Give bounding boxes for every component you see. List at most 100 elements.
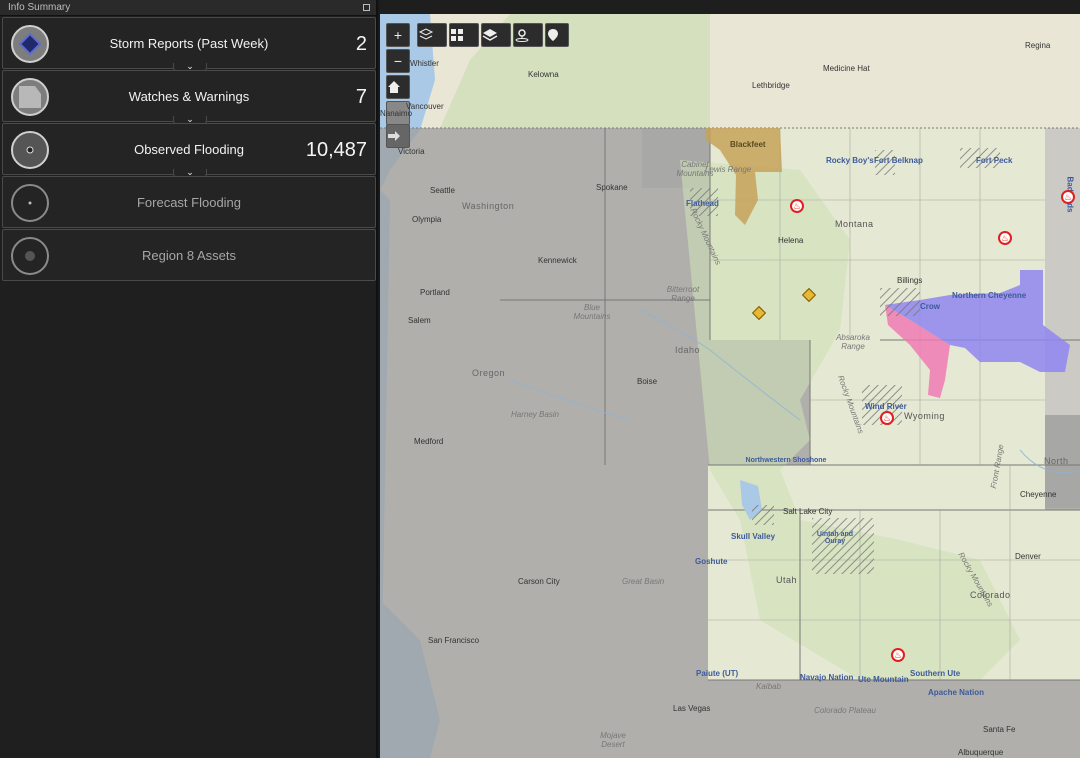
panel-title: Info Summary — [8, 2, 71, 13]
map-top-bar — [380, 0, 1080, 14]
state-label: Oregon — [472, 368, 506, 378]
place-label: Salt Lake City — [783, 507, 833, 516]
tribal-label: Southern Ute — [910, 669, 961, 678]
storm-report-fire-icon[interactable]: ♨ — [880, 411, 894, 425]
watches-warnings-icon — [11, 78, 49, 116]
locate-button[interactable] — [513, 23, 543, 47]
place-label: Kennewick — [538, 256, 577, 265]
tribal-label: Blackfeet — [730, 140, 766, 149]
home-button[interactable] — [386, 75, 410, 99]
forecast-flooding-row[interactable]: Forecast Flooding — [2, 176, 376, 228]
tribal-label: Navajo Nation — [800, 673, 854, 682]
state-label: Utah — [776, 575, 798, 585]
layers-icon — [482, 29, 498, 41]
place-label: Victoria — [398, 147, 425, 156]
place-label: Helena — [778, 236, 804, 245]
place-label: Regina — [1025, 41, 1051, 50]
tribal-label: Wind River — [865, 402, 907, 411]
tribal-label: Fort Peck — [976, 156, 1013, 165]
place-label: Las Vegas — [673, 704, 711, 713]
range-label: Great Basin — [622, 577, 665, 586]
legend-icon — [418, 28, 434, 40]
region-8-assets-label: Region 8 Assets — [142, 248, 236, 263]
tribal-label: Paiute (UT) — [696, 669, 739, 678]
state-label: Washington — [462, 201, 515, 211]
state-label: Idaho — [675, 345, 701, 355]
tribal-label: Flathead — [686, 199, 719, 208]
next-extent-icon — [388, 131, 400, 141]
region-8-assets-row[interactable]: Region 8 Assets — [2, 229, 376, 281]
place-label: Denver — [1015, 552, 1041, 561]
home-icon — [388, 81, 400, 93]
place-label: Kelowna — [528, 70, 559, 79]
observed-flooding-count: 10,487 — [305, 139, 367, 161]
place-label: Santa Fe — [983, 725, 1016, 734]
place-label: Cheyenne — [1020, 490, 1057, 499]
place-label: Carson City — [518, 577, 560, 586]
state-label: Montana — [835, 219, 874, 229]
pin-icon — [548, 29, 558, 41]
place-label: Olympia — [412, 215, 442, 224]
place-label: Seattle — [430, 186, 455, 195]
tribal-label: Skull Valley — [731, 532, 776, 541]
state-label: Wyoming — [904, 411, 945, 421]
place-label: Salem — [408, 316, 431, 325]
pin-button[interactable] — [545, 23, 569, 47]
map-view[interactable]: + − Regina Medicine Hat Lethbridge Kelow… — [380, 0, 1080, 758]
basemap — [380, 14, 1080, 758]
tribal-label: Crow — [920, 302, 940, 311]
place-label: Boise — [637, 377, 658, 386]
place-label: Lethbridge — [752, 81, 790, 90]
tribal-label: Northern Cheyenne — [952, 291, 1027, 300]
legend-button[interactable] — [417, 23, 447, 47]
range-label: Kaibab — [756, 682, 781, 691]
range-label: Absaroka Range — [836, 333, 870, 351]
storm-report-fire-icon[interactable]: ♨ — [1061, 190, 1075, 204]
place-label: Billings — [897, 276, 923, 285]
state-label: North — [1044, 456, 1069, 466]
tribal-label: Fort Belknap — [874, 156, 923, 165]
forecast-flooding-label: Forecast Flooding — [136, 195, 242, 210]
range-label: Lewis Range — [705, 165, 752, 174]
maximize-icon[interactable] — [363, 4, 370, 11]
panel-header: Info Summary — [0, 0, 376, 16]
zoom-in-button[interactable]: + — [386, 23, 410, 47]
basemap-gallery-button[interactable] — [449, 23, 479, 47]
storm-report-fire-icon[interactable]: ♨ — [891, 648, 905, 662]
place-label: Spokane — [596, 183, 628, 192]
storm-report-fire-icon[interactable]: ♨ — [998, 231, 1012, 245]
locate-icon — [515, 29, 529, 42]
place-label: Portland — [420, 288, 450, 297]
range-label: Colorado Plateau — [814, 706, 876, 715]
watches-warnings-row[interactable]: Watches & Warnings 7 ⌄ — [2, 70, 376, 126]
tribal-label: Uintah and Ouray — [816, 531, 854, 545]
info-summary-panel: Info Summary Storm Reports (Past Week) 2… — [0, 0, 378, 758]
layers-button[interactable] — [481, 23, 511, 47]
storm-reports-count: 2 — [355, 33, 367, 55]
tribal-label: Northwestern Shoshone — [745, 457, 827, 464]
storm-reports-icon — [11, 25, 49, 63]
place-label: Nanaimo — [380, 109, 413, 118]
tribal-label: Apache Nation — [928, 688, 985, 697]
place-label: Medford — [414, 437, 444, 446]
observed-flooding-icon — [11, 131, 49, 169]
place-label: Medicine Hat — [823, 64, 870, 73]
range-label: Harney Basin — [510, 410, 560, 419]
watches-warnings-count: 7 — [355, 86, 367, 108]
tribal-label: Rocky Boy's — [826, 156, 874, 165]
range-label: Mojave Desert — [600, 731, 626, 749]
tribal-label: Ute Mountain — [858, 675, 909, 684]
basemap-gallery-icon — [451, 29, 463, 41]
storm-reports-row[interactable]: Storm Reports (Past Week) 2 ⌄ — [2, 17, 376, 73]
range-label: Bitterroot Range — [666, 285, 700, 303]
observed-flooding-row[interactable]: Observed Flooding 10,487 ⌄ — [2, 123, 376, 179]
place-label: Albuquerque — [958, 748, 1004, 757]
forecast-flooding-icon — [11, 184, 49, 222]
region-8-assets-icon — [11, 237, 49, 275]
range-label: Blue Mountains — [573, 303, 611, 321]
next-extent-button[interactable] — [386, 124, 410, 148]
place-label: San Francisco — [428, 636, 480, 645]
zoom-out-button[interactable]: − — [386, 49, 410, 73]
storm-report-fire-icon[interactable]: ♨ — [790, 199, 804, 213]
place-label: Whistler — [410, 59, 439, 68]
